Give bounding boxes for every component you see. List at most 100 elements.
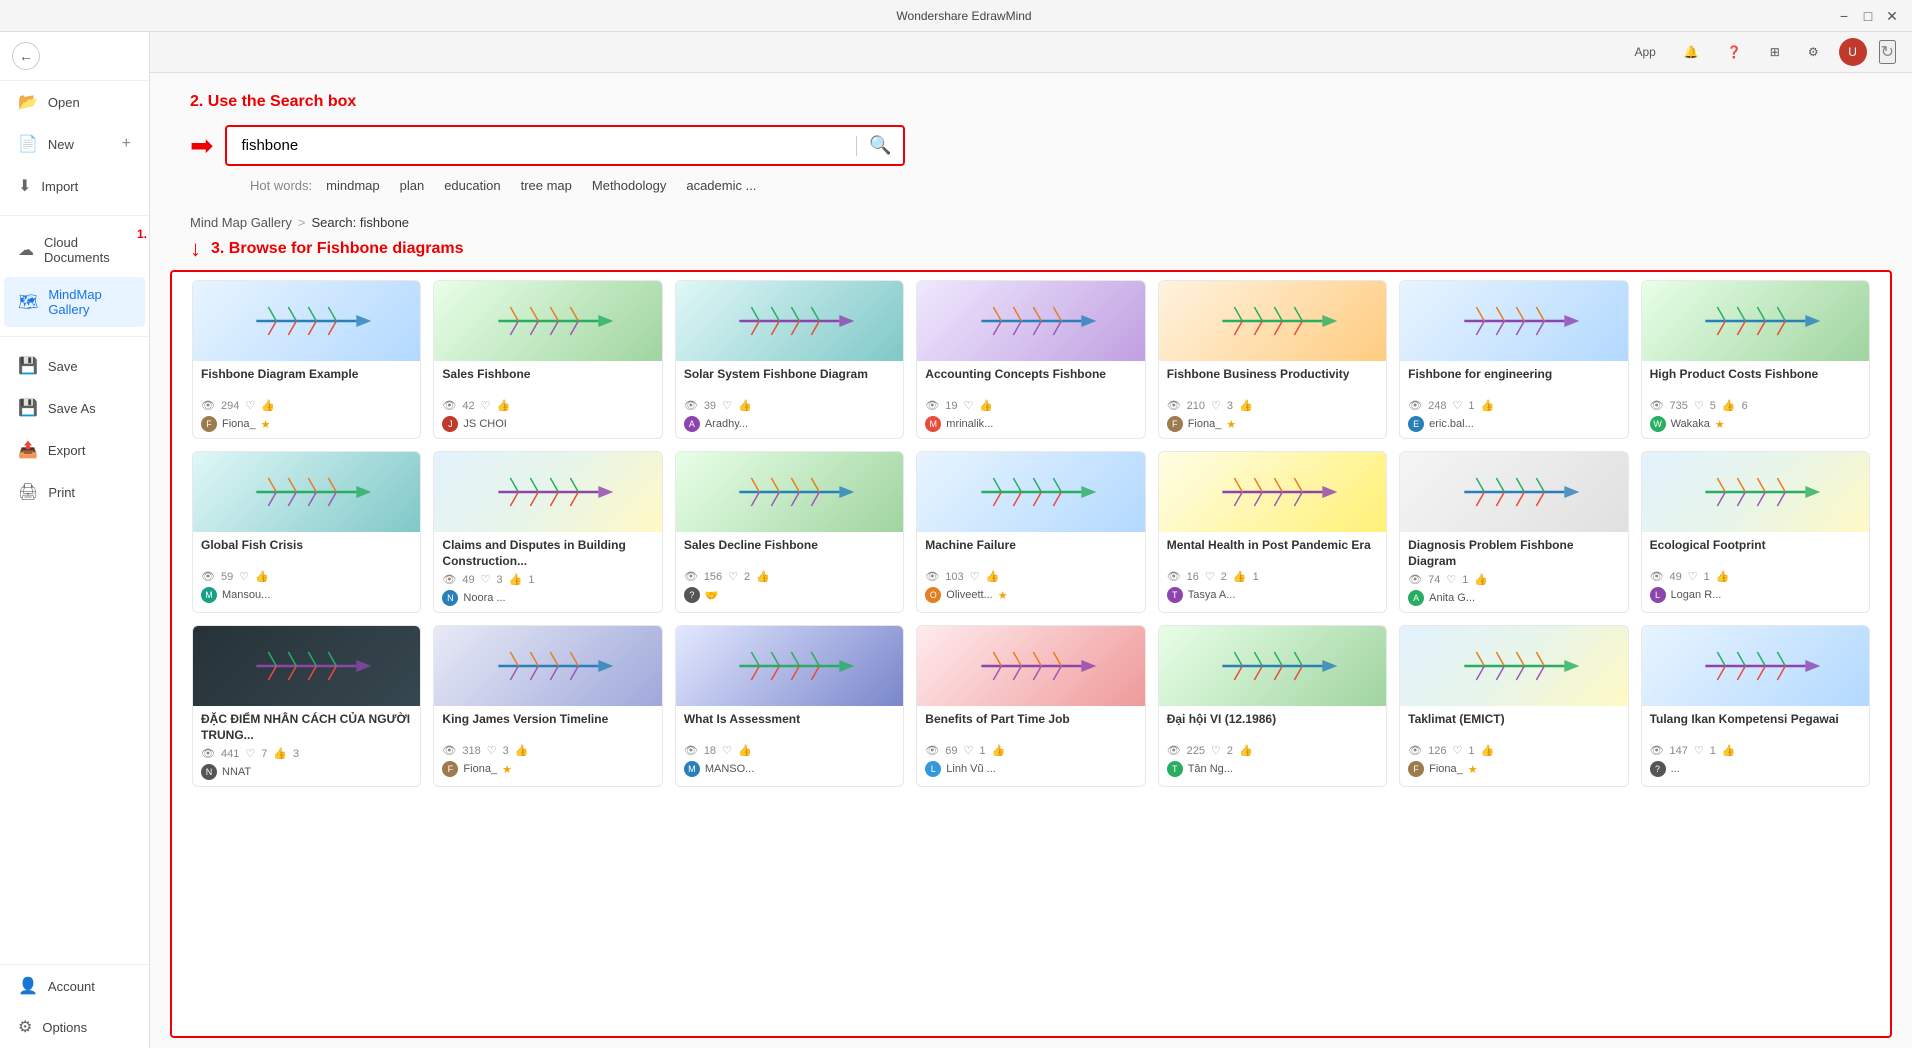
app-button[interactable]: App bbox=[1627, 41, 1664, 63]
hot-word-mindmap[interactable]: mindmap bbox=[320, 176, 385, 195]
gallery-card[interactable]: What Is Assessment 👁 18 ♡ 👍 M MANSO... bbox=[675, 625, 904, 787]
view-count: 210 bbox=[1187, 400, 1205, 412]
author-name: Aradhy... bbox=[705, 418, 748, 430]
like-count: 3 bbox=[503, 745, 509, 757]
view-icon: 👁 bbox=[442, 573, 456, 586]
gallery-card[interactable]: Benefits of Part Time Job 👁 69 ♡ 1 👍 L L… bbox=[916, 625, 1145, 787]
search-button[interactable]: 🔍 bbox=[857, 127, 903, 164]
options-icon: ⚙ bbox=[18, 1017, 32, 1037]
gallery-card[interactable]: Fishbone for engineering 👁 248 ♡ 1 👍 E e… bbox=[1399, 280, 1628, 439]
gallery-card[interactable]: Fishbone Business Productivity 👁 210 ♡ 3… bbox=[1158, 280, 1387, 439]
gallery-card[interactable]: Diagnosis Problem Fishbone Diagram 👁 74 … bbox=[1399, 451, 1628, 613]
card-title: Fishbone Diagram Example bbox=[201, 367, 412, 395]
gallery-card[interactable]: Taklimat (EMICT) 👁 126 ♡ 1 👍 F Fiona_ ★ bbox=[1399, 625, 1628, 787]
hot-word-plan[interactable]: plan bbox=[394, 176, 431, 195]
bell-button[interactable]: 🔔 bbox=[1676, 41, 1707, 63]
gallery-card[interactable]: Ecological Footprint 👁 49 ♡ 1 👍 L Logan … bbox=[1641, 451, 1870, 613]
card-thumbnail bbox=[1159, 452, 1386, 532]
breadcrumb-separator: > bbox=[298, 215, 306, 230]
author-name: Mansou... bbox=[222, 589, 270, 601]
gallery-grid: Fishbone Diagram Example 👁 294 ♡ 👍 F Fio… bbox=[192, 280, 1870, 787]
card-author: F Fiona_ ★ bbox=[1408, 761, 1619, 777]
author-name: NNAT bbox=[222, 766, 251, 778]
sidebar-item-mindmap[interactable]: 🗺 MindMap Gallery ↑ bbox=[4, 277, 145, 327]
like-count: 1 bbox=[1468, 745, 1474, 757]
gallery-card[interactable]: High Product Costs Fishbone 👁 735 ♡ 5 👍 … bbox=[1641, 280, 1870, 439]
search-input[interactable] bbox=[227, 127, 856, 164]
author-name: MANSO... bbox=[705, 763, 755, 775]
settings-button[interactable]: ⚙ bbox=[1800, 41, 1827, 63]
sidebar-label-export: Export bbox=[48, 443, 86, 458]
breadcrumb: Mind Map Gallery > Search: fishbone bbox=[150, 209, 1912, 236]
new-plus-icon[interactable]: + bbox=[122, 135, 131, 153]
back-button[interactable]: ← bbox=[12, 42, 40, 70]
sidebar-item-save[interactable]: 💾 Save bbox=[4, 346, 145, 386]
gallery-card[interactable]: Sales Fishbone 👁 42 ♡ 👍 J JS CHOI bbox=[433, 280, 662, 439]
card-title: Benefits of Part Time Job bbox=[925, 712, 1136, 740]
gallery-container[interactable]: Fishbone Diagram Example 👁 294 ♡ 👍 F Fio… bbox=[170, 270, 1892, 1038]
sidebar-item-options[interactable]: ⚙ Options bbox=[4, 1007, 145, 1047]
fishbone-diagram-preview bbox=[204, 462, 409, 522]
like-count: 1 bbox=[1704, 571, 1710, 583]
hot-word-methodology[interactable]: Methodology bbox=[586, 176, 672, 195]
card-author: N Noora ... bbox=[442, 590, 653, 606]
like-icon: ♡ bbox=[1211, 399, 1221, 412]
gallery-card[interactable]: Claims and Disputes in Building Construc… bbox=[433, 451, 662, 613]
refresh-button[interactable]: ↻ bbox=[1879, 40, 1896, 64]
card-title: Claims and Disputes in Building Construc… bbox=[442, 538, 653, 569]
gallery-card[interactable]: Tulang Ikan Kompetensi Pegawai 👁 147 ♡ 1… bbox=[1641, 625, 1870, 787]
gallery-card[interactable]: King James Version Timeline 👁 318 ♡ 3 👍 … bbox=[433, 625, 662, 787]
author-avatar: L bbox=[925, 761, 941, 777]
gallery-card[interactable]: Đại hội VI (12.1986) 👁 225 ♡ 2 👍 T Tân N… bbox=[1158, 625, 1387, 787]
gallery-card[interactable]: Global Fish Crisis 👁 59 ♡ 👍 M Mansou... bbox=[192, 451, 421, 613]
fishbone-diagram-preview bbox=[446, 636, 651, 696]
sidebar-item-import[interactable]: ⬇ Import bbox=[4, 166, 145, 206]
view-icon: 👁 bbox=[925, 399, 939, 412]
fishbone-diagram-preview bbox=[1170, 462, 1375, 522]
hot-word-treemap[interactable]: tree map bbox=[515, 176, 578, 195]
maximize-button[interactable]: □ bbox=[1860, 8, 1876, 24]
author-name: ... bbox=[1671, 763, 1680, 775]
card-author: J JS CHOI bbox=[442, 416, 653, 432]
view-count: 103 bbox=[945, 571, 963, 583]
sidebar-item-open[interactable]: 📂 Open bbox=[4, 82, 145, 122]
like-icon: ♡ bbox=[1452, 744, 1462, 757]
gallery-card[interactable]: Machine Failure 👁 103 ♡ 👍 O Oliveett... … bbox=[916, 451, 1145, 613]
gallery-card[interactable]: Accounting Concepts Fishbone 👁 19 ♡ 👍 M … bbox=[916, 280, 1145, 439]
like-count: 7 bbox=[261, 748, 267, 760]
breadcrumb-gallery[interactable]: Mind Map Gallery bbox=[190, 215, 292, 230]
user-avatar[interactable]: U bbox=[1839, 38, 1867, 66]
card-info: Benefits of Part Time Job 👁 69 ♡ 1 👍 L L… bbox=[917, 706, 1144, 783]
gallery-card[interactable]: ĐẶC ĐIỂM NHÂN CÁCH CỦA NGƯỜI TRUNG... 👁 … bbox=[192, 625, 421, 787]
card-stats: 👁 225 ♡ 2 👍 bbox=[1167, 744, 1378, 757]
sidebar-item-saveas[interactable]: 💾 Save As bbox=[4, 388, 145, 428]
hot-word-education[interactable]: education bbox=[438, 176, 506, 195]
gallery-card[interactable]: Mental Health in Post Pandemic Era 👁 16 … bbox=[1158, 451, 1387, 613]
view-icon: 👁 bbox=[925, 570, 939, 583]
minimize-button[interactable]: − bbox=[1836, 8, 1852, 24]
gallery-card[interactable]: Sales Decline Fishbone 👁 156 ♡ 2 👍 ? 🤝 bbox=[675, 451, 904, 613]
thumb-icon: 👍 bbox=[497, 399, 511, 412]
sidebar-back: ← bbox=[0, 32, 149, 81]
sidebar-item-print[interactable]: 🖨 Print bbox=[4, 472, 145, 512]
card-author: ? 🤝 bbox=[684, 587, 895, 603]
card-stats: 👁 49 ♡ 3 👍 1 bbox=[442, 573, 653, 586]
sidebar-item-account[interactable]: 👤 Account bbox=[4, 966, 145, 1006]
card-info: Fishbone for engineering 👁 248 ♡ 1 👍 E e… bbox=[1400, 361, 1627, 438]
gallery-card[interactable]: Fishbone Diagram Example 👁 294 ♡ 👍 F Fio… bbox=[192, 280, 421, 439]
hot-word-academic[interactable]: academic ... bbox=[680, 176, 762, 195]
sidebar-item-new[interactable]: 📄 New + bbox=[4, 124, 145, 164]
grid-button[interactable]: ⊞ bbox=[1762, 41, 1788, 63]
view-icon: 👁 bbox=[442, 399, 456, 412]
sidebar-item-export[interactable]: 📤 Export bbox=[4, 430, 145, 470]
card-author: F Fiona_ ★ bbox=[1167, 416, 1378, 432]
card-stats: 👁 248 ♡ 1 👍 bbox=[1408, 399, 1619, 412]
close-button[interactable]: ✕ bbox=[1884, 8, 1900, 24]
gallery-card[interactable]: Solar System Fishbone Diagram 👁 39 ♡ 👍 A… bbox=[675, 280, 904, 439]
help-button[interactable]: ❓ bbox=[1719, 41, 1750, 63]
sidebar-label-open: Open bbox=[48, 95, 80, 110]
sidebar-item-cloud[interactable]: ☁ Cloud Documents 1. bbox=[4, 225, 145, 275]
comment-count: 3 bbox=[293, 748, 299, 760]
view-icon: 👁 bbox=[684, 399, 698, 412]
author-name: Fiona_ bbox=[463, 763, 497, 775]
